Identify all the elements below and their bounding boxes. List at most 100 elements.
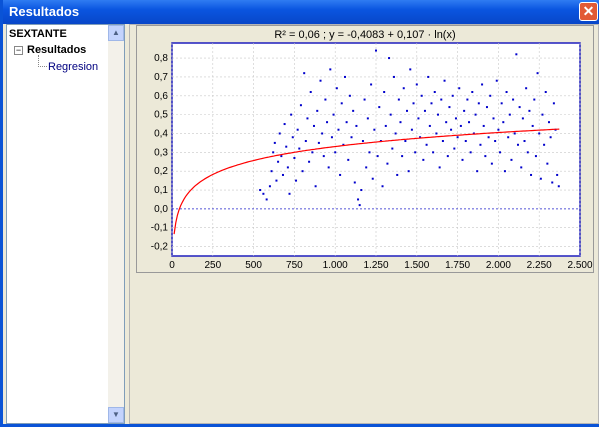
tree-vertical-scrollbar[interactable]: ▲ ▼ [108,25,124,423]
scatter-point [443,79,446,82]
scatter-point [326,121,329,124]
scatter-point [363,98,366,101]
scatter-point [278,132,281,135]
scatter-point [375,49,377,52]
scatter-point [343,75,346,78]
scatter-point [311,151,314,154]
scatter-point [505,91,508,94]
scatter-point [503,170,506,173]
y-tick-label: -0,1 [151,223,169,234]
scatter-point [378,106,381,109]
scatter-point [406,109,409,112]
scatter-point [322,155,325,158]
scatter-point [329,68,332,71]
scatter-point [272,151,275,154]
scatter-point [358,204,361,207]
scatter-point [423,109,426,112]
tree-node-resultados[interactable]: Resultados [27,44,86,56]
scatter-point [291,136,294,139]
scatter-point [319,79,322,82]
close-icon[interactable]: ✕ [579,2,598,21]
scatter-point [396,173,399,176]
results-content-panel: R² = 0,06 ; y = -0,4083 + 0,107 · ln(x) 0… [129,24,599,424]
scatter-point [268,185,271,188]
scatter-point [309,91,312,94]
scatter-point [360,189,363,192]
scatter-point [293,156,296,159]
scatter-point [345,121,348,124]
tree-leaf-regresion[interactable]: Regresion [48,61,98,73]
scatter-point [330,136,333,139]
y-tick-label: 0,4 [154,128,168,139]
results-window: Resultados ✕ SEXTANTE − Resultados Regre… [0,0,599,427]
scatter-point [497,128,500,131]
scatter-point [464,140,467,143]
x-tick-label: 1.750 [445,260,470,271]
scatter-point [391,147,394,150]
scatter-point [531,124,534,127]
scatter-point [392,75,395,78]
scatter-point [409,68,412,71]
tree-root-sextante[interactable]: SEXTANTE [9,28,67,40]
scatter-point [479,143,482,146]
scatter-point [476,170,479,173]
scatter-point [401,155,404,158]
scatter-point [539,177,542,180]
scatter-point [407,170,410,173]
x-tick-label: 0 [169,260,175,271]
scatter-point [388,57,391,60]
scatter-point [312,124,315,127]
scatter-point [381,185,384,188]
regression-chart-svg: R² = 0,06 ; y = -0,4083 + 0,107 · ln(x) 0… [151,29,593,271]
scatter-point [451,94,454,97]
scatter-point [477,102,480,105]
scatter-point [502,121,505,124]
scatter-point [544,91,547,94]
scatter-point [357,198,360,201]
scatter-point [508,113,511,116]
scatter-point [557,185,560,188]
x-tick-label: 1.000 [323,260,348,271]
scatter-point [366,117,369,120]
scatter-point [516,143,519,146]
scatter-point [523,140,526,143]
scatter-point [316,109,319,112]
scatter-point [536,72,539,75]
scatter-point [484,155,487,158]
title-bar[interactable]: Resultados ✕ [3,0,599,24]
scatter-point [466,98,469,101]
scatter-point [283,123,286,126]
scatter-point [526,151,529,154]
y-tick-label: -0,2 [151,242,169,253]
scatter-point [286,166,289,169]
scatter-point [547,121,550,124]
collapse-icon[interactable]: − [14,46,23,55]
scroll-down-icon[interactable]: ▼ [108,407,124,423]
scatter-point [371,177,374,180]
scatter-point [533,98,536,101]
scatter-point [528,109,531,112]
scatter-point [281,173,284,176]
scatter-point [448,106,451,109]
y-tick-label: 0,3 [154,147,168,158]
scatter-point [469,151,472,154]
scroll-up-icon[interactable]: ▲ [108,25,124,41]
scatter-point [383,91,386,94]
scatter-point [435,132,438,135]
scatter-point [440,98,443,101]
scatter-point [417,117,420,120]
y-tick-label: 0,6 [154,91,168,102]
scatter-point [512,98,515,101]
scatter-point [324,98,327,101]
scatter-point [373,128,376,131]
scatter-point [273,141,276,144]
scatter-point [332,113,335,116]
scatter-point [450,128,453,131]
scatter-point [454,117,457,120]
scatter-point [361,140,364,143]
x-tick-label: 2.500 [567,260,592,271]
scatter-point [304,140,307,143]
scatter-point [370,83,373,86]
scatter-point [425,143,428,146]
scatter-point [513,132,516,135]
